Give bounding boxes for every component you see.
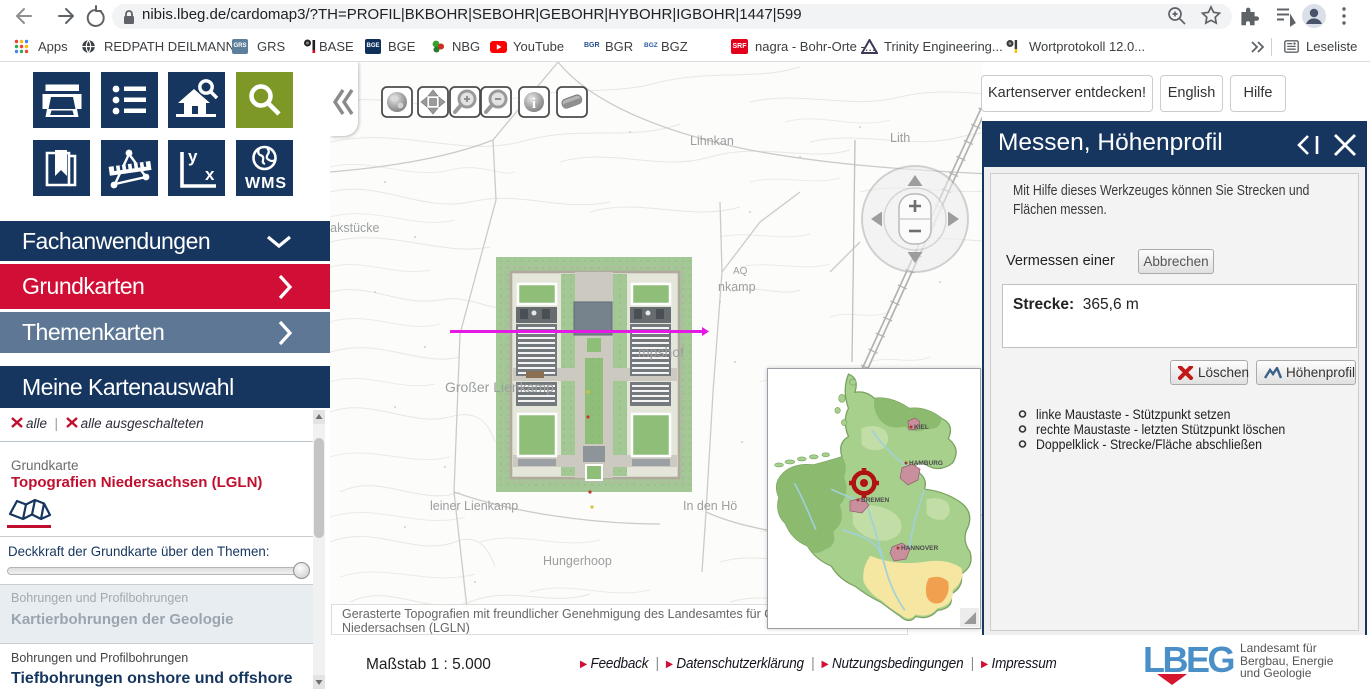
svg-text:mpshof: mpshof [638,344,684,360]
svg-text:HAMBURG: HAMBURG [909,460,943,467]
svg-text:Lith: Lith [890,131,910,145]
svg-text:WMS: WMS [245,175,287,192]
svg-text:AQ: AQ [733,266,748,277]
svg-text:KIEL: KIEL [914,424,929,431]
svg-text:nkamp: nkamp [718,280,756,294]
svg-text:leiner Lienkamp: leiner Lienkamp [430,499,518,513]
svg-text:In den Hö: In den Hö [683,499,737,513]
svg-text:Lihnkan: Lihnkan [690,134,734,148]
svg-text:x: x [205,165,215,184]
svg-text:HANNOVER: HANNOVER [901,545,939,552]
svg-text:rakstücke: rakstücke [330,221,380,235]
svg-text:BREMEN: BREMEN [861,497,889,504]
svg-text:y: y [188,147,198,166]
svg-text:Hungerhoop: Hungerhoop [543,554,612,568]
svg-text:i: i [532,96,536,112]
svg-text:Großer Lienkamp: Großer Lienkamp [445,379,554,395]
